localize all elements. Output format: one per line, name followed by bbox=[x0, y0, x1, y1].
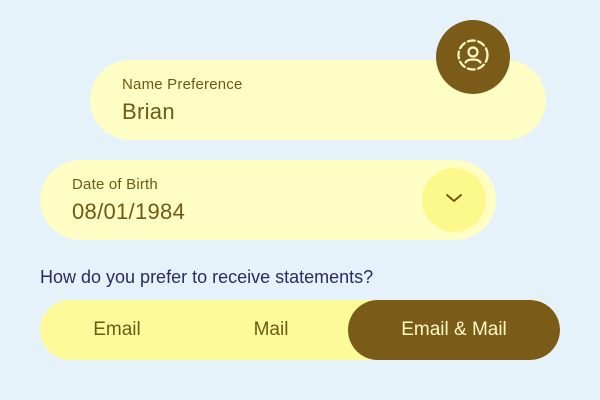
option-mail[interactable]: Mail bbox=[194, 300, 348, 360]
chevron-down-icon bbox=[444, 191, 464, 209]
date-of-birth-field[interactable]: Date of Birth 08/01/1984 bbox=[40, 160, 496, 240]
user-circle-icon bbox=[456, 38, 490, 77]
date-of-birth-label: Date of Birth bbox=[72, 176, 158, 193]
option-email-and-mail[interactable]: Email & Mail bbox=[348, 300, 560, 360]
date-of-birth-value[interactable]: 08/01/1984 bbox=[72, 199, 185, 225]
option-email[interactable]: Email bbox=[40, 300, 194, 360]
statement-preference-toggle: Email Mail Email & Mail bbox=[40, 300, 560, 360]
statement-preference-question: How do you prefer to receive statements? bbox=[40, 267, 374, 287]
avatar-button[interactable] bbox=[436, 20, 510, 94]
name-preference-value[interactable]: Brian bbox=[122, 99, 175, 125]
name-preference-label: Name Preference bbox=[122, 76, 243, 93]
date-of-birth-dropdown-button[interactable] bbox=[422, 168, 486, 232]
